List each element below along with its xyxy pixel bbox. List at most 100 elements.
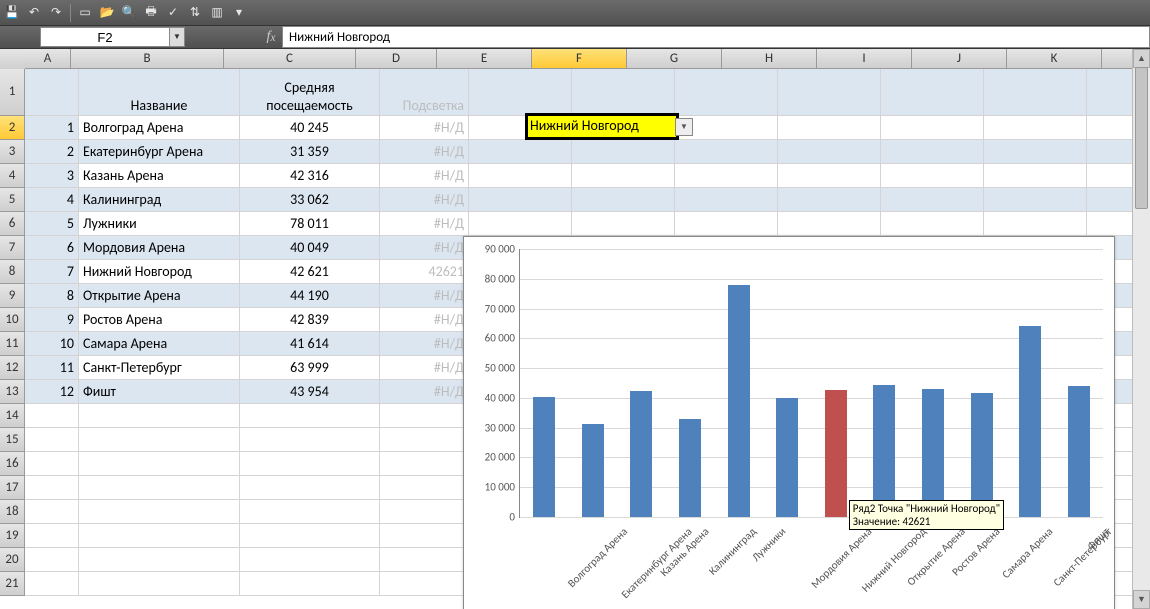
scroll-down-button[interactable]: ▼ [1133,590,1150,609]
cell[interactable] [469,140,572,164]
cell[interactable]: 63 999 [240,356,380,380]
cell[interactable]: 42 621 [240,260,380,284]
column-header-B[interactable]: B [71,49,224,69]
cell[interactable]: Самара Арена [79,332,240,356]
cell[interactable]: 41 614 [240,332,380,356]
print-preview-icon[interactable]: 🔍 [121,5,137,21]
cell[interactable] [572,212,675,236]
undo-icon[interactable]: ↶ [26,5,42,21]
chart-bar[interactable] [971,393,993,517]
chart-bar[interactable] [1019,326,1041,517]
cell[interactable] [25,476,79,500]
column-header-F[interactable]: F [532,49,627,69]
cell[interactable] [240,500,380,524]
cell[interactable]: Название [79,69,240,116]
embedded-chart[interactable]: 010 00020 00030 00040 00050 00060 00070 … [463,236,1115,609]
cell[interactable] [984,69,1087,116]
cell[interactable] [675,140,778,164]
cell[interactable] [25,548,79,572]
cell[interactable]: Ростов Арена [79,308,240,332]
cell[interactable] [469,69,572,116]
cell[interactable]: Санкт-Петербург [79,356,240,380]
cell[interactable] [572,188,675,212]
chart-bar[interactable] [825,390,847,517]
cell[interactable]: Мордовия Арена [79,236,240,260]
cell[interactable]: #Н/Д [380,284,469,308]
cell[interactable]: Подсветка [380,69,469,116]
row-header-14[interactable]: 14 [0,404,25,428]
cell[interactable]: #Н/Д [380,188,469,212]
cell[interactable]: 5 [25,212,79,236]
open-icon[interactable]: 📂 [99,5,115,21]
cell[interactable]: Казань Арена [79,164,240,188]
column-header-A[interactable]: A [25,49,71,69]
cell[interactable]: 31 359 [240,140,380,164]
cell[interactable] [778,188,881,212]
cell[interactable] [881,116,984,140]
column-header-E[interactable]: E [437,49,532,69]
cell[interactable] [469,188,572,212]
row-header-12[interactable]: 12 [0,356,25,380]
select-all-corner[interactable] [0,49,26,70]
cell[interactable]: Волгоград Арена [79,116,240,140]
chart-bar[interactable] [679,419,701,517]
more-icon[interactable]: ▾ [231,5,247,21]
chart-bar[interactable] [1068,386,1090,517]
print-icon[interactable]: 🖶 [143,5,159,21]
data-validation-dropdown[interactable]: ▼ [675,118,693,136]
vertical-scrollbar[interactable]: ▲ ▼ [1132,49,1150,609]
save-icon[interactable]: 💾 [4,5,20,21]
cell[interactable] [240,404,380,428]
cell[interactable] [778,164,881,188]
cell[interactable] [881,140,984,164]
spreadsheet-grid[interactable]: ABCDEFGHIJKL 123456789101112131415161718… [0,49,1150,609]
row-header-13[interactable]: 13 [0,380,25,404]
cell[interactable]: Средняяпосещаемость [240,69,380,116]
cell[interactable] [881,188,984,212]
cell[interactable] [25,452,79,476]
cell[interactable]: 9 [25,308,79,332]
chart-bar[interactable] [776,398,798,517]
cell[interactable]: #Н/Д [380,332,469,356]
cell[interactable]: #Н/Д [380,236,469,260]
cell[interactable]: #Н/Д [380,212,469,236]
cell[interactable] [984,116,1087,140]
cell[interactable]: 42 316 [240,164,380,188]
cell[interactable]: #Н/Д [380,116,469,140]
cell[interactable] [79,500,240,524]
row-header-6[interactable]: 6 [0,212,25,236]
cell[interactable] [79,428,240,452]
cell[interactable] [778,140,881,164]
cell[interactable] [675,164,778,188]
cell[interactable] [380,500,469,524]
cell[interactable] [79,452,240,476]
column-header-K[interactable]: K [1007,49,1102,69]
cell[interactable]: Открытие Арена [79,284,240,308]
cell[interactable]: 42621 [380,260,469,284]
active-cell[interactable]: Нижний Новгород [525,113,679,140]
cell[interactable] [984,188,1087,212]
chart-bar[interactable] [533,397,555,517]
chart-bar[interactable] [922,389,944,517]
row-header-9[interactable]: 9 [0,284,25,308]
cell[interactable] [778,212,881,236]
cell[interactable] [469,164,572,188]
formula-bar-input[interactable]: Нижний Новгород [282,26,1150,48]
cell[interactable]: 42 839 [240,308,380,332]
cell[interactable] [79,524,240,548]
cell[interactable]: 40 245 [240,116,380,140]
cell[interactable]: 12 [25,380,79,404]
cell[interactable] [79,404,240,428]
cell[interactable] [25,572,79,596]
redo-icon[interactable]: ↷ [48,5,64,21]
row-header-8[interactable]: 8 [0,260,25,284]
cell[interactable] [380,428,469,452]
cell[interactable] [240,524,380,548]
cell[interactable] [380,452,469,476]
cell[interactable] [380,548,469,572]
cell[interactable] [984,212,1087,236]
cell[interactable] [25,524,79,548]
cell[interactable]: 1 [25,116,79,140]
cell[interactable] [778,69,881,116]
chart-bar[interactable] [728,285,750,517]
